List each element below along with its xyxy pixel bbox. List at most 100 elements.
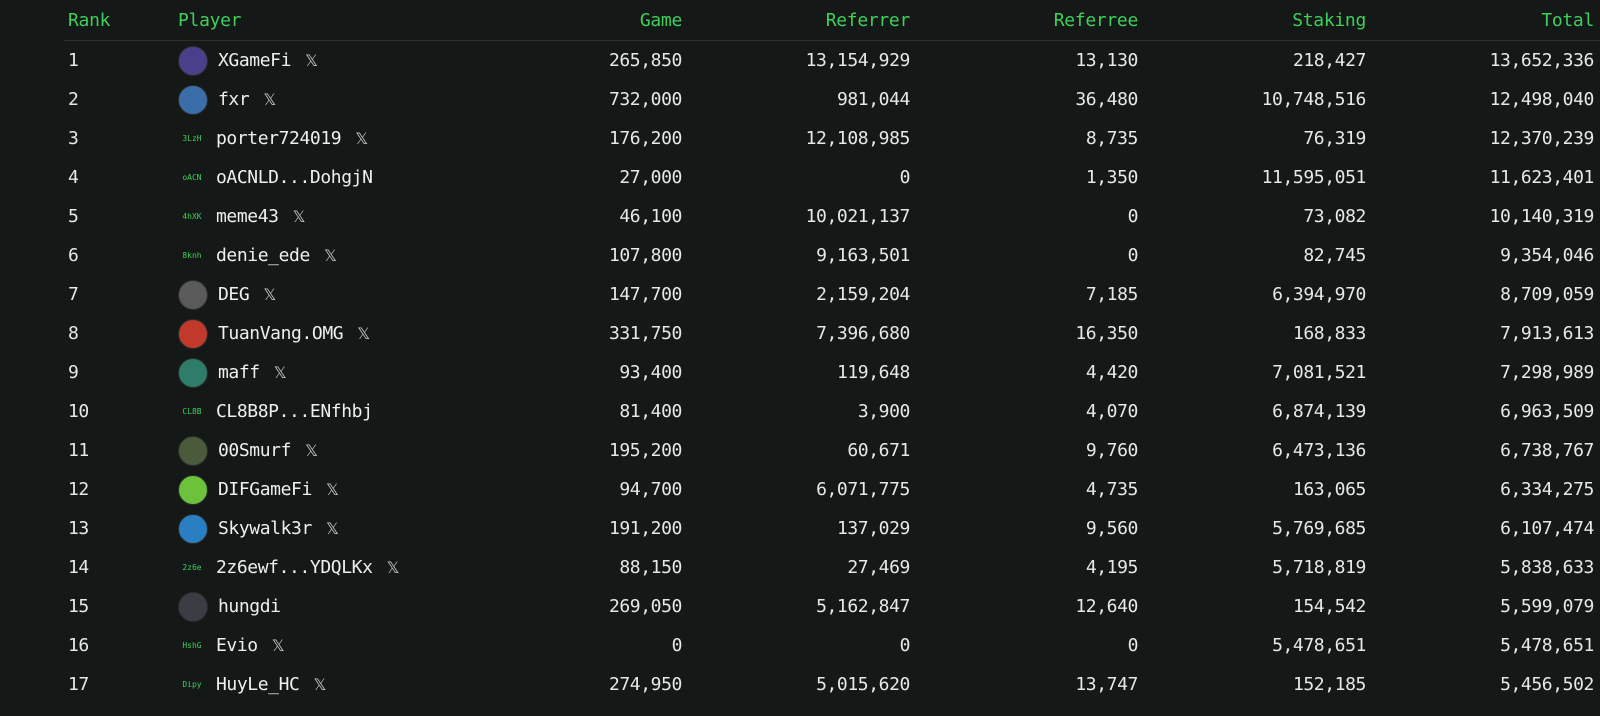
staking-cell: 6,874,139 <box>1272 401 1366 422</box>
player-cell[interactable]: maff 𝕏 <box>174 353 474 392</box>
player-name[interactable]: DIFGameFi <box>218 479 312 500</box>
table-row[interactable]: 7 DEG 𝕏 147,700 2,159,204 7,185 6,394,97… <box>64 275 1600 314</box>
table-row[interactable]: 5 4hXK meme43 𝕏 46,100 10,021,137 0 73,0… <box>64 197 1600 236</box>
player-cell[interactable]: 2z6e 2z6ewf...YDQLKx 𝕏 <box>174 548 474 587</box>
referree-cell: 4,195 <box>1085 557 1139 578</box>
x-icon[interactable]: 𝕏 <box>305 51 318 70</box>
x-icon[interactable]: 𝕏 <box>314 675 327 694</box>
table-row[interactable]: 6 8knh denie_ede 𝕏 107,800 9,163,501 0 8… <box>64 236 1600 275</box>
referree-cell: 0 <box>1127 206 1139 227</box>
x-icon[interactable]: 𝕏 <box>272 636 285 655</box>
x-icon[interactable]: 𝕏 <box>263 285 276 304</box>
table-row[interactable]: 16 HshG Evio 𝕏 0 0 0 5,478,651 5,478,651 <box>64 626 1600 665</box>
player-name[interactable]: fxr <box>218 89 250 110</box>
staking-cell: 7,081,521 <box>1272 362 1366 383</box>
player-name[interactable]: hungdi <box>218 596 281 617</box>
table-row[interactable]: 2 fxr 𝕏 732,000 981,044 36,480 10,748,51… <box>64 80 1600 119</box>
col-header-referrer[interactable]: Referrer <box>692 0 920 41</box>
col-header-game[interactable]: Game <box>474 0 692 41</box>
player-cell[interactable]: XGameFi 𝕏 <box>174 41 474 81</box>
referrer-cell: 5,015,620 <box>816 674 910 695</box>
player-cell[interactable]: 3LzH porter724019 𝕏 <box>174 119 474 158</box>
x-icon[interactable]: 𝕏 <box>274 363 287 382</box>
player-name[interactable]: Evio <box>216 635 258 656</box>
player-name[interactable]: meme43 <box>216 206 279 227</box>
player-name[interactable]: TuanVang.OMG <box>218 323 344 344</box>
player-cell[interactable]: oACN oACNLD...DohgjN <box>174 158 474 197</box>
staking-cell: 163,065 <box>1292 479 1366 500</box>
player-cell[interactable]: hungdi <box>174 587 474 626</box>
rank-cell: 10 <box>68 401 89 422</box>
player-name[interactable]: porter724019 <box>216 128 342 149</box>
table-row[interactable]: 1 XGameFi 𝕏 265,850 13,154,929 13,130 21… <box>64 41 1600 81</box>
total-cell: 5,599,079 <box>1500 596 1594 617</box>
player-name[interactable]: HuyLe_HC <box>216 674 300 695</box>
player-cell[interactable]: 00Smurf 𝕏 <box>174 431 474 470</box>
player-name[interactable]: oACNLD...DohgjN <box>216 167 373 188</box>
total-cell: 5,478,651 <box>1500 635 1594 656</box>
x-icon[interactable]: 𝕏 <box>326 519 339 538</box>
x-icon[interactable]: 𝕏 <box>324 246 337 265</box>
player-cell[interactable]: TuanVang.OMG 𝕏 <box>174 314 474 353</box>
avatar <box>178 513 208 544</box>
table-row[interactable]: 3 3LzH porter724019 𝕏 176,200 12,108,985… <box>64 119 1600 158</box>
col-header-total[interactable]: Total <box>1376 0 1600 41</box>
player-name[interactable]: CL8B8P...ENfhbj <box>216 401 373 422</box>
col-header-player[interactable]: Player <box>174 0 474 41</box>
avatar: oACN <box>182 173 202 182</box>
player-cell[interactable]: HshG Evio 𝕏 <box>174 626 474 665</box>
x-icon[interactable]: 𝕏 <box>263 90 276 109</box>
player-name[interactable]: XGameFi <box>218 50 291 71</box>
x-icon[interactable]: 𝕏 <box>387 558 400 577</box>
game-cell: 93,400 <box>619 362 682 383</box>
player-name[interactable]: 00Smurf <box>218 440 291 461</box>
x-icon[interactable]: 𝕏 <box>305 441 318 460</box>
referree-cell: 9,560 <box>1085 518 1139 539</box>
player-name[interactable]: Skywalk3r <box>218 518 312 539</box>
table-row[interactable]: 10 CL8B CL8B8P...ENfhbj 81,400 3,900 4,0… <box>64 392 1600 431</box>
total-cell: 10,140,319 <box>1489 206 1595 227</box>
player-name[interactable]: maff <box>218 362 260 383</box>
rank-cell: 6 <box>68 245 79 266</box>
player-cell[interactable]: 4hXK meme43 𝕏 <box>174 197 474 236</box>
rank-cell: 14 <box>68 557 89 578</box>
player-cell[interactable]: Dipy HuyLe_HC 𝕏 <box>174 665 474 704</box>
table-row[interactable]: 11 00Smurf 𝕏 195,200 60,671 9,760 6,473,… <box>64 431 1600 470</box>
col-header-rank[interactable]: Rank <box>64 0 174 41</box>
rank-cell: 15 <box>68 596 89 617</box>
table-row[interactable]: 15 hungdi 269,050 5,162,847 12,640 154,5… <box>64 587 1600 626</box>
player-name[interactable]: denie_ede <box>216 245 310 266</box>
x-icon[interactable]: 𝕏 <box>293 207 306 226</box>
table-row[interactable]: 12 DIFGameFi 𝕏 94,700 6,071,775 4,735 16… <box>64 470 1600 509</box>
col-header-referree[interactable]: Referree <box>920 0 1148 41</box>
player-cell[interactable]: fxr 𝕏 <box>174 80 474 119</box>
player-cell[interactable]: CL8B CL8B8P...ENfhbj <box>174 392 474 431</box>
player-name[interactable]: 2z6ewf...YDQLKx <box>216 557 373 578</box>
table-row[interactable]: 8 TuanVang.OMG 𝕏 331,750 7,396,680 16,35… <box>64 314 1600 353</box>
col-header-staking[interactable]: Staking <box>1148 0 1376 41</box>
avatar <box>178 474 208 505</box>
staking-cell: 6,394,970 <box>1272 284 1366 305</box>
rank-cell: 13 <box>68 518 89 539</box>
staking-cell: 11,595,051 <box>1261 167 1367 188</box>
table-row[interactable]: 4 oACN oACNLD...DohgjN 27,000 0 1,350 11… <box>64 158 1600 197</box>
player-cell[interactable]: DIFGameFi 𝕏 <box>174 470 474 509</box>
referrer-cell: 3,900 <box>857 401 911 422</box>
referree-cell: 36,480 <box>1075 89 1138 110</box>
player-name[interactable]: DEG <box>218 284 250 305</box>
rank-cell: 8 <box>68 323 79 344</box>
player-cell[interactable]: DEG 𝕏 <box>174 275 474 314</box>
x-icon[interactable]: 𝕏 <box>355 129 368 148</box>
table-row[interactable]: 13 Skywalk3r 𝕏 191,200 137,029 9,560 5,7… <box>64 509 1600 548</box>
table-row[interactable]: 14 2z6e 2z6ewf...YDQLKx 𝕏 88,150 27,469 … <box>64 548 1600 587</box>
avatar <box>178 591 208 622</box>
game-cell: 265,850 <box>608 50 682 71</box>
x-icon[interactable]: 𝕏 <box>326 480 339 499</box>
player-cell[interactable]: 8knh denie_ede 𝕏 <box>174 236 474 275</box>
table-row[interactable]: 9 maff 𝕏 93,400 119,648 4,420 7,081,521 … <box>64 353 1600 392</box>
avatar: 8knh <box>182 251 202 260</box>
staking-cell: 6,473,136 <box>1272 440 1366 461</box>
player-cell[interactable]: Skywalk3r 𝕏 <box>174 509 474 548</box>
x-icon[interactable]: 𝕏 <box>357 324 370 343</box>
table-row[interactable]: 17 Dipy HuyLe_HC 𝕏 274,950 5,015,620 13,… <box>64 665 1600 704</box>
